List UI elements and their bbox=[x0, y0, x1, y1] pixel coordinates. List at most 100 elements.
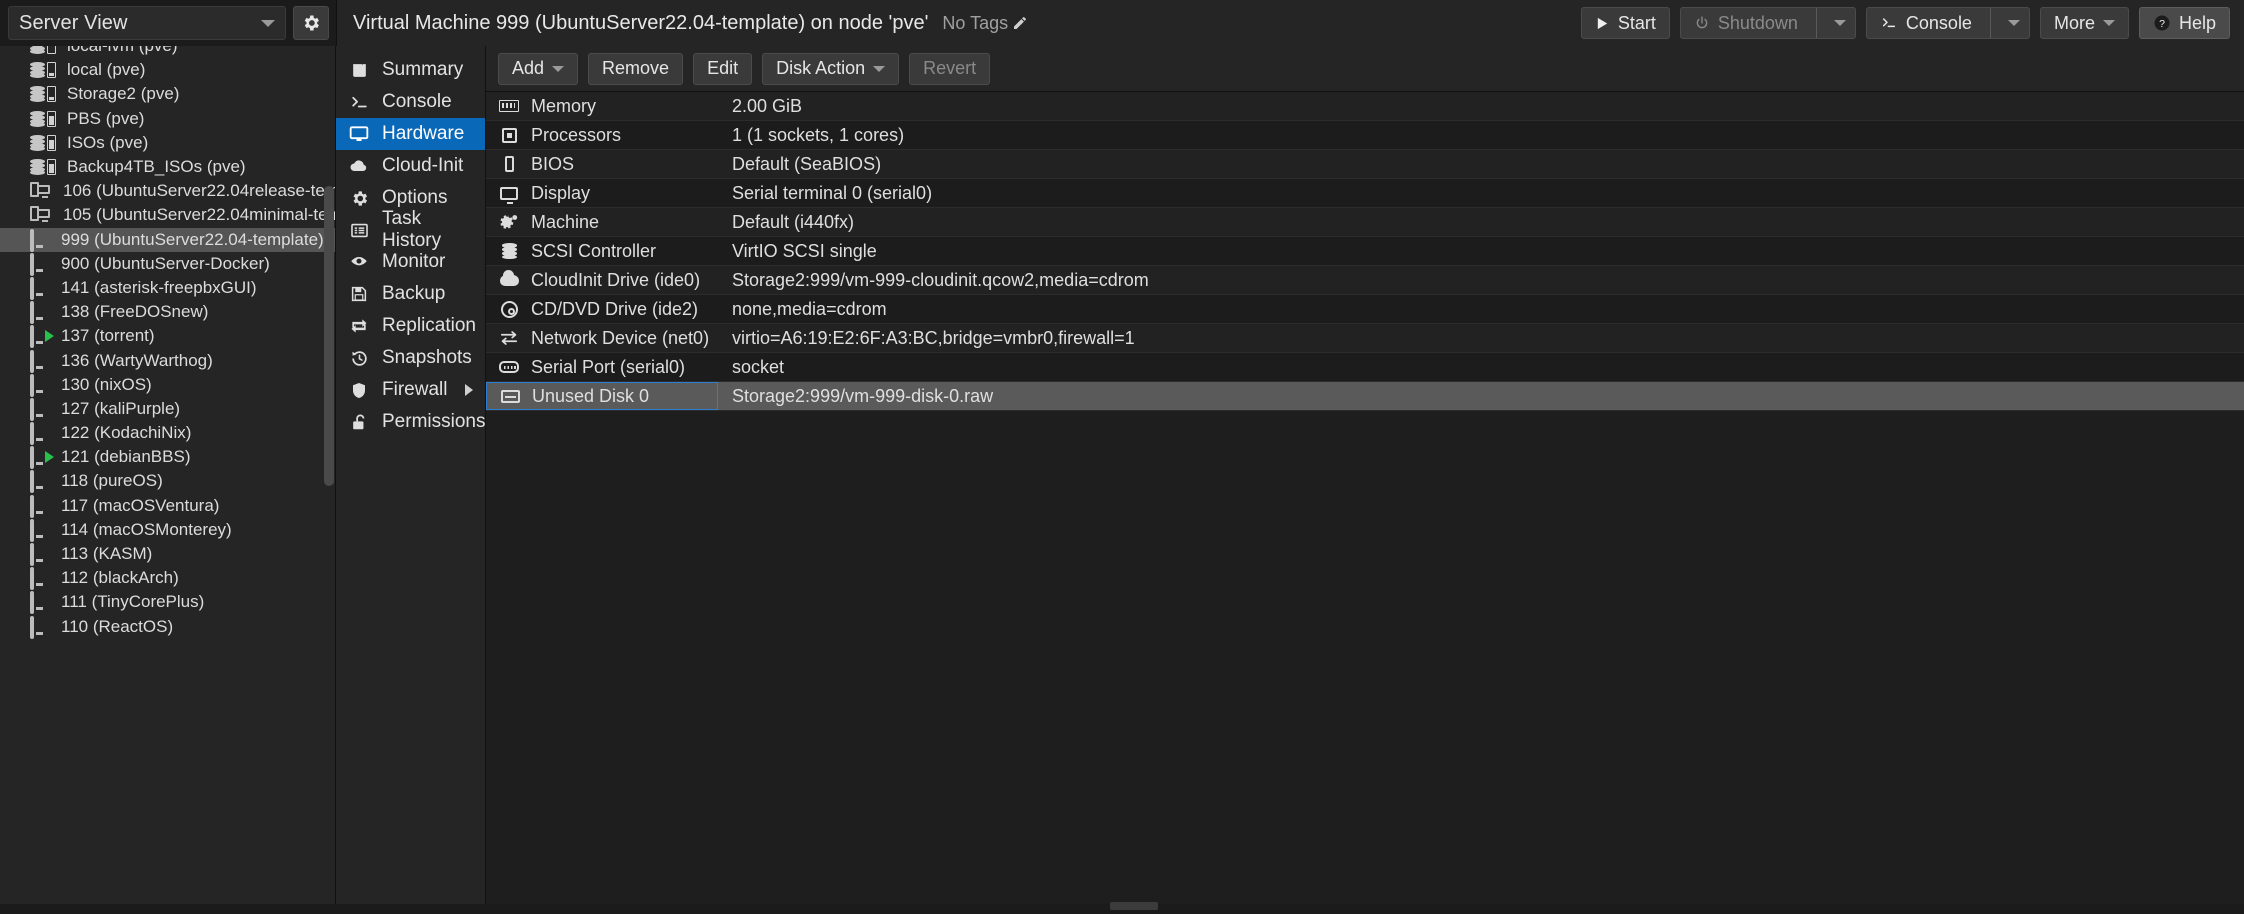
edit-button[interactable]: Edit bbox=[693, 52, 753, 85]
nav-item-hardware[interactable]: Hardware bbox=[336, 118, 485, 150]
nav-item-backup[interactable]: Backup bbox=[336, 278, 485, 310]
nav-item-summary[interactable]: Summary bbox=[336, 54, 485, 86]
cloud-icon bbox=[498, 269, 520, 286]
list-icon bbox=[348, 221, 370, 240]
nav-item-firewall[interactable]: Firewall bbox=[336, 374, 485, 406]
hardware-row[interactable]: Unused Disk 0 Storage2:999/vm-999-disk-0.… bbox=[486, 382, 2244, 411]
tree-item[interactable]: 136 (WartyWarthog) bbox=[0, 348, 335, 373]
hardware-value-cell: Default (i440fx) bbox=[732, 211, 855, 232]
hardware-row[interactable]: Memory 2.00 GiB bbox=[486, 92, 2244, 121]
tree-item[interactable]: 138 (FreeDOSnew) bbox=[0, 300, 335, 325]
tree-item-label: 118 (pureOS) bbox=[61, 471, 163, 491]
vm-nav-menu[interactable]: Summary Console Hardware Cloud-Init Options T… bbox=[336, 46, 486, 904]
nav-item-label: Backup bbox=[382, 283, 446, 304]
tree-item[interactable]: 106 (UbuntuServer22.04release-templa bbox=[0, 179, 335, 203]
add-button[interactable]: Add bbox=[498, 52, 579, 85]
tree-item[interactable]: local-lvm (pve) bbox=[0, 46, 335, 58]
console-button[interactable]: Console bbox=[1865, 7, 2030, 39]
hardware-row[interactable]: Serial Port (serial0) socket bbox=[486, 353, 2244, 382]
hardware-value-cell: none,media=cdrom bbox=[732, 298, 887, 319]
vm-icon bbox=[30, 470, 52, 494]
nav-item-permissions[interactable]: Permissions bbox=[336, 406, 485, 438]
cpu-icon bbox=[498, 127, 520, 143]
storage-icon bbox=[30, 158, 58, 176]
tree-item-label: Backup4TB_ISOs (pve) bbox=[67, 157, 246, 177]
bottom-bar bbox=[0, 902, 2244, 914]
tree-item[interactable]: 113 (KASM) bbox=[0, 542, 335, 567]
hardware-row[interactable]: Machine Default (i440fx) bbox=[486, 208, 2244, 237]
start-button[interactable]: Start bbox=[1580, 7, 1670, 39]
console-dropdown[interactable] bbox=[1999, 8, 2029, 38]
hardware-row[interactable]: Network Device (net0) virtio=A6:19:E2:6F:… bbox=[486, 324, 2244, 353]
resize-handle[interactable] bbox=[1110, 902, 1158, 910]
nav-item-snapshots[interactable]: Snapshots bbox=[336, 342, 485, 374]
more-button[interactable]: More bbox=[2039, 7, 2129, 39]
shutdown-button[interactable]: Shutdown bbox=[1679, 7, 1856, 39]
proxmox-app: Server View Virtual Machine 999 (UbuntuS… bbox=[0, 0, 2244, 914]
tree-item[interactable]: 114 (macOSMonterey) bbox=[0, 518, 335, 542]
tree-item-label: 900 (UbuntuServer-Docker) bbox=[61, 253, 270, 273]
tree-item-label: 105 (UbuntuServer22.04minimal-templa bbox=[63, 205, 336, 225]
nav-item-replication[interactable]: Replication bbox=[336, 310, 485, 342]
hardware-key-cell: Display bbox=[486, 179, 718, 207]
svg-text:?: ? bbox=[2159, 18, 2165, 30]
hardware-row[interactable]: BIOS Default (SeaBIOS) bbox=[486, 150, 2244, 179]
tree-item-label: ISOs (pve) bbox=[67, 132, 149, 152]
tree-item[interactable]: 900 (UbuntuServer-Docker) bbox=[0, 252, 335, 276]
hdd-icon bbox=[499, 389, 521, 403]
hardware-row[interactable]: Processors 1 (1 sockets, 1 cores) bbox=[486, 121, 2244, 150]
remove-button[interactable]: Remove bbox=[588, 52, 684, 85]
tree-item[interactable]: 137 (torrent) bbox=[0, 324, 335, 349]
revert-button[interactable]: Revert bbox=[909, 52, 991, 85]
tree-item[interactable]: 112 (blackArch) bbox=[0, 566, 335, 591]
tree-scrollbar[interactable] bbox=[324, 186, 334, 486]
tree-item[interactable]: 122 (KodachiNix) bbox=[0, 421, 335, 446]
tree-item[interactable]: ISOs (pve) bbox=[0, 131, 335, 155]
nav-item-monitor[interactable]: Monitor bbox=[336, 246, 485, 278]
shutdown-dropdown[interactable] bbox=[1825, 8, 1855, 38]
more-label: More bbox=[2053, 12, 2095, 33]
tree-item[interactable]: 127 (kaliPurple) bbox=[0, 397, 335, 421]
hardware-row[interactable]: CD/DVD Drive (ide2) none,media=cdrom bbox=[486, 295, 2244, 324]
tree-item[interactable]: 111 (TinyCorePlus) bbox=[0, 590, 335, 615]
tree-item[interactable]: 110 (ReactOS) bbox=[0, 615, 335, 639]
resource-tree[interactable]: local-lvm (pve) local (pve) Storage2 (pve)… bbox=[0, 46, 336, 904]
pencil-icon bbox=[1014, 17, 1027, 29]
hardware-row[interactable]: SCSI Controller VirtIO SCSI single bbox=[486, 237, 2244, 266]
hardware-key-label: BIOS bbox=[531, 153, 575, 174]
shield-icon bbox=[348, 381, 370, 400]
hardware-value-cell: socket bbox=[732, 356, 785, 377]
nav-item-console[interactable]: Console bbox=[336, 86, 485, 118]
help-button[interactable]: ? Help bbox=[2138, 7, 2230, 39]
hardware-row[interactable]: CloudInit Drive (ide0) Storage2:999/vm-99… bbox=[486, 266, 2244, 295]
nav-item-label: Monitor bbox=[382, 251, 446, 272]
tree-item[interactable]: PBS (pve) bbox=[0, 107, 335, 131]
nav-item-label: Permissions bbox=[382, 411, 486, 432]
main-panel: Add Remove Edit Disk Action Revert Memor… bbox=[486, 46, 2244, 904]
tree-item[interactable]: 105 (UbuntuServer22.04minimal-templa bbox=[0, 203, 335, 227]
tree-item[interactable]: local (pve) bbox=[0, 58, 335, 82]
tree-item[interactable]: Storage2 (pve) bbox=[0, 82, 335, 106]
vm-icon bbox=[30, 397, 52, 421]
hardware-row[interactable]: Display Serial terminal 0 (serial0) bbox=[486, 179, 2244, 208]
settings-button[interactable] bbox=[293, 6, 329, 40]
tree-item[interactable]: 117 (macOSVentura) bbox=[0, 494, 335, 518]
tree-item-label: local-lvm (pve) bbox=[67, 46, 178, 56]
nav-item-task-history[interactable]: Task History bbox=[336, 208, 485, 251]
nav-item-label: Console bbox=[382, 91, 452, 112]
tree-item[interactable]: 118 (pureOS) bbox=[0, 469, 335, 494]
tree-item[interactable]: 121 (debianBBS) bbox=[0, 445, 335, 470]
tree-item[interactable]: 130 (nixOS) bbox=[0, 373, 335, 397]
disk-action-button[interactable]: Disk Action bbox=[762, 52, 900, 85]
nav-item-label: Hardware bbox=[382, 123, 465, 144]
tree-item[interactable]: Backup4TB_ISOs (pve) bbox=[0, 155, 335, 179]
tree-item[interactable]: 141 (asterisk-freepbxGUI) bbox=[0, 276, 335, 300]
nav-item-cloud-init[interactable]: Cloud-Init bbox=[336, 150, 485, 182]
tags-control[interactable]: No Tags bbox=[942, 13, 1028, 34]
play-icon bbox=[1597, 17, 1608, 29]
disk-action-label: Disk Action bbox=[776, 58, 866, 78]
tree-item-label: 112 (blackArch) bbox=[61, 568, 179, 588]
server-view-selector[interactable]: Server View bbox=[8, 6, 286, 40]
tree-item[interactable]: 999 (UbuntuServer22.04-template) bbox=[0, 227, 335, 252]
hardware-table[interactable]: Memory 2.00 GiB Processors 1 (1 sockets, 1 … bbox=[486, 92, 2244, 904]
